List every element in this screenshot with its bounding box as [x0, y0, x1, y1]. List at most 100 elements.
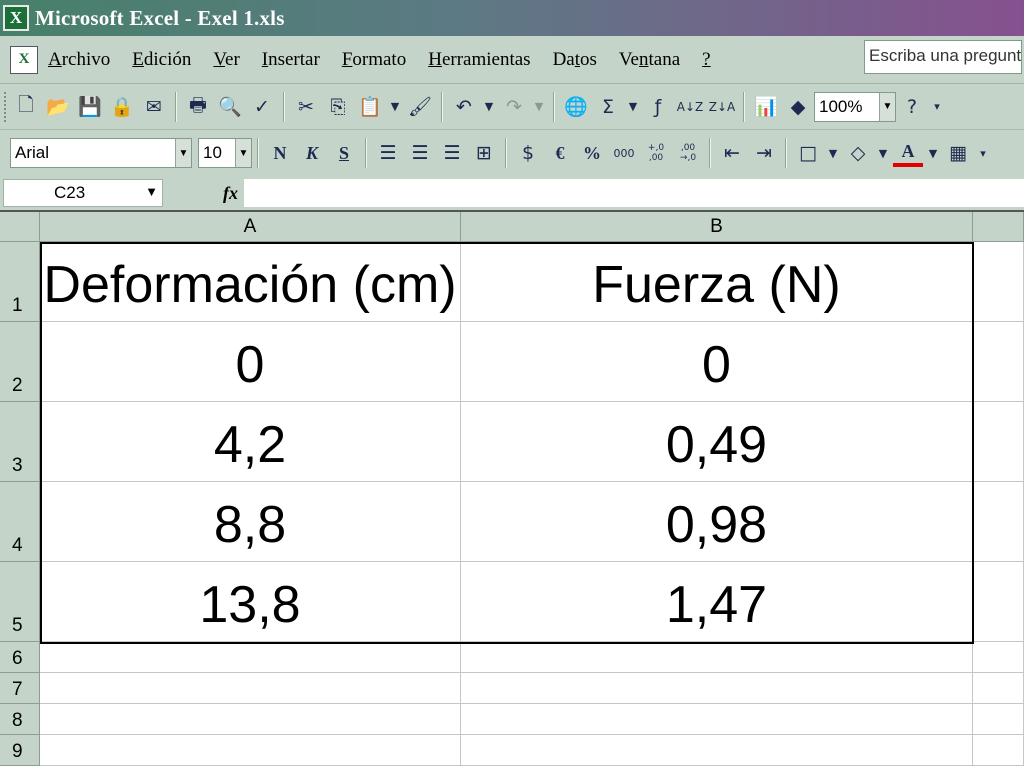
italic-button[interactable]: K [297, 138, 327, 168]
insert-function-icon[interactable]: ƒ [643, 92, 673, 122]
drawing-icon[interactable]: ◆ [783, 92, 813, 122]
row-header[interactable]: 7 [0, 673, 40, 704]
toolbar-grip[interactable] [4, 91, 10, 122]
align-right-icon[interactable]: ☰ [437, 138, 467, 168]
column-header-c[interactable] [973, 212, 1024, 242]
formula-input[interactable] [244, 179, 1024, 207]
cell-a1[interactable]: Deformación (cm) [40, 242, 461, 322]
font-select[interactable]: Arial ▼ [10, 138, 192, 168]
menu-item[interactable]: Ventana [619, 49, 680, 71]
cell-a2[interactable]: 0 [40, 322, 461, 402]
font-size-select[interactable]: 10 ▼ [198, 138, 252, 168]
help-icon[interactable]: ? [897, 92, 927, 122]
cell-c4[interactable] [973, 482, 1024, 562]
cell-b5[interactable]: 1,47 [461, 562, 973, 642]
toolbar-options-icon[interactable]: ▾ [975, 138, 991, 168]
cell-a5[interactable]: 13,8 [40, 562, 461, 642]
cell-a8[interactable] [40, 704, 461, 735]
name-box[interactable]: C23 ▼ [3, 179, 163, 207]
thousands-button[interactable]: 000 [609, 138, 639, 168]
autosum-icon[interactable]: Σ [593, 92, 623, 122]
font-color-icon[interactable]: A [893, 139, 923, 167]
chevron-down-icon[interactable]: ▼ [879, 92, 895, 121]
cell-a3[interactable]: 4,2 [40, 402, 461, 482]
menu-item[interactable]: Formato [342, 49, 406, 71]
align-center-icon[interactable]: ☰ [405, 138, 435, 168]
excel-app-icon[interactable]: X [3, 5, 29, 31]
undo-dropdown-icon[interactable]: ▼ [481, 92, 497, 122]
open-icon[interactable]: 📂 [43, 92, 73, 122]
align-left-icon[interactable]: ☰ [373, 138, 403, 168]
chevron-down-icon[interactable]: ▼ [175, 139, 191, 167]
chevron-down-icon[interactable]: ▼ [145, 184, 158, 199]
save-icon[interactable]: 💾 [75, 92, 105, 122]
new-icon[interactable]: 🗋 [11, 92, 41, 122]
chevron-down-icon[interactable]: ▼ [235, 139, 251, 167]
increase-decimal-button[interactable]: +,0 ,00 [641, 138, 671, 168]
cell-b7[interactable] [461, 673, 973, 704]
column-header-a[interactable]: A [40, 212, 461, 242]
decrease-indent-icon[interactable]: ⇤ [717, 138, 747, 168]
cell-a4[interactable]: 8,8 [40, 482, 461, 562]
undo-icon[interactable]: ↶ [449, 92, 479, 122]
paste-icon[interactable]: 📋 [355, 92, 385, 122]
cell-a7[interactable] [40, 673, 461, 704]
email-icon[interactable]: ✉ [139, 92, 169, 122]
autosum-dropdown-icon[interactable]: ▼ [625, 92, 641, 122]
cell-a9[interactable] [40, 735, 461, 766]
menu-item[interactable]: ? [702, 49, 710, 71]
row-header[interactable]: 8 [0, 704, 40, 735]
cell-c2[interactable] [973, 322, 1024, 402]
row-header[interactable]: 1 [0, 242, 40, 322]
cell-b4[interactable]: 0,98 [461, 482, 973, 562]
currency-style-icon[interactable]: $ [513, 138, 543, 168]
copy-icon[interactable]: ⎘ [323, 92, 353, 122]
redo-dropdown-icon[interactable]: ▼ [531, 92, 547, 122]
cell-c1[interactable] [973, 242, 1024, 322]
cell-a6[interactable] [40, 642, 461, 673]
borders-icon[interactable]: □ [793, 138, 823, 168]
cell-b2[interactable]: 0 [461, 322, 973, 402]
percent-button[interactable]: % [577, 138, 607, 168]
chart-wizard-icon[interactable]: 📊 [751, 92, 781, 122]
cell-b9[interactable] [461, 735, 973, 766]
menu-item[interactable]: Insertar [262, 49, 320, 71]
print-icon[interactable]: 🖶 [183, 92, 213, 122]
cell-c9[interactable] [973, 735, 1024, 766]
redo-icon[interactable]: ↷ [499, 92, 529, 122]
font-color-dropdown-icon[interactable]: ▼ [925, 138, 941, 168]
insert-function-fx-icon[interactable]: fx [223, 183, 238, 204]
permission-toolbar-icon[interactable]: ▦ [943, 138, 973, 168]
zoom-select[interactable]: 100% ▼ [814, 91, 896, 122]
underline-button[interactable]: S [329, 138, 359, 168]
cell-c3[interactable] [973, 402, 1024, 482]
cell-c8[interactable] [973, 704, 1024, 735]
select-all-corner[interactable] [0, 212, 40, 242]
cell-b8[interactable] [461, 704, 973, 735]
menu-item[interactable]: Herramientas [428, 49, 530, 71]
sort-descending-icon[interactable]: Z↓A [707, 92, 737, 122]
sort-ascending-icon[interactable]: A↓Z [675, 92, 705, 122]
cell-c6[interactable] [973, 642, 1024, 673]
workbook-icon[interactable]: X [10, 45, 38, 74]
format-painter-icon[interactable]: 🖌 [405, 92, 435, 122]
euro-button[interactable]: € [545, 138, 575, 168]
cell-b3[interactable]: 0,49 [461, 402, 973, 482]
menu-item[interactable]: Archivo [48, 49, 110, 71]
row-header[interactable]: 2 [0, 322, 40, 402]
toolbar-options-icon[interactable]: ▾ [929, 92, 945, 122]
menu-item[interactable]: Edición [132, 49, 191, 71]
fill-color-icon[interactable]: ◇ [843, 138, 873, 168]
print-preview-icon[interactable]: 🔍 [215, 92, 245, 122]
column-header-b[interactable]: B [461, 212, 973, 242]
cell-c7[interactable] [973, 673, 1024, 704]
menu-item[interactable]: Ver [213, 49, 239, 71]
decrease-decimal-button[interactable]: ,00 →,0 [673, 138, 703, 168]
bold-button[interactable]: N [265, 138, 295, 168]
cell-b1[interactable]: Fuerza (N) [461, 242, 973, 322]
spelling-icon[interactable]: ✓ [247, 92, 277, 122]
permission-icon[interactable]: 🔒 [107, 92, 137, 122]
ask-question-input[interactable]: Escriba una pregunta [864, 40, 1022, 74]
increase-indent-icon[interactable]: ⇥ [749, 138, 779, 168]
cell-b6[interactable] [461, 642, 973, 673]
